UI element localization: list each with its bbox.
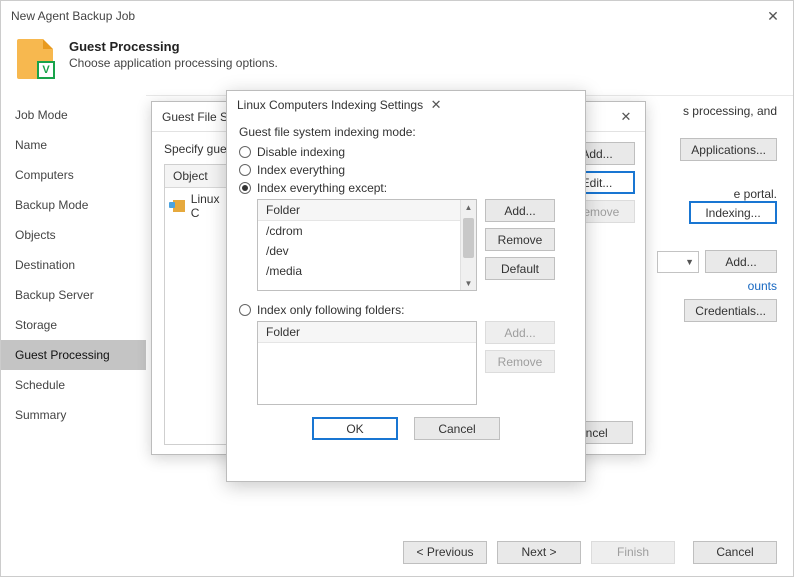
credentials-button[interactable]: Credentials... [684, 299, 777, 322]
indexing-dialog-title: Linux Computers Indexing Settings [237, 98, 423, 112]
window-title: New Agent Backup Job [11, 9, 753, 23]
objects-grid[interactable]: Object Linux C [164, 164, 234, 445]
table-row [165, 334, 233, 356]
ok-button[interactable]: OK [312, 417, 398, 440]
page-title: Guest Processing [69, 39, 278, 54]
table-row [165, 246, 233, 268]
table-row [165, 422, 233, 444]
step-backup-server[interactable]: Backup Server [1, 280, 146, 310]
right-controls: s processing, and Applications... e port… [657, 104, 777, 328]
step-summary[interactable]: Summary [1, 400, 146, 430]
radio-label: Index everything except: [257, 181, 387, 195]
scroll-thumb[interactable] [463, 218, 474, 258]
text-fragment-portal: e portal. [657, 187, 777, 201]
page-subtitle: Choose application processing options. [69, 56, 278, 70]
scrollbar[interactable]: ▲ ▼ [460, 200, 476, 290]
list-header: Folder [258, 322, 476, 343]
radio-index-everything[interactable]: Index everything [239, 163, 573, 177]
close-icon[interactable]: ✕ [423, 92, 449, 118]
only-add-button: Add... [485, 321, 555, 344]
indexing-settings-dialog: Linux Computers Indexing Settings ✕ Gues… [226, 90, 586, 482]
only-remove-button: Remove [485, 350, 555, 373]
previous-button[interactable]: < Previous [403, 541, 487, 564]
add-credentials-button[interactable]: Add... [705, 250, 777, 273]
main-window: New Agent Backup Job ✕ V Guest Processin… [0, 0, 794, 577]
radio-index-only[interactable]: Index only following folders: [239, 303, 573, 317]
finish-button: Finish [591, 541, 675, 564]
scroll-up-icon[interactable]: ▲ [461, 200, 476, 214]
manage-accounts-link[interactable]: ounts [657, 279, 777, 293]
step-objects[interactable]: Objects [1, 220, 146, 250]
list-header: Folder [258, 200, 460, 221]
except-folders-list[interactable]: Folder /cdrom /dev /media ▲ ▼ [257, 199, 477, 291]
indexing-button[interactable]: Indexing... [689, 201, 777, 224]
step-destination[interactable]: Destination [1, 250, 146, 280]
chevron-down-icon: ▼ [685, 257, 694, 267]
applications-button[interactable]: Applications... [680, 138, 777, 161]
wizard-footer: < Previous Next > Finish Cancel [1, 528, 793, 576]
radio-label: Index everything [257, 163, 345, 177]
table-row [165, 378, 233, 400]
wizard-icon: V [17, 39, 59, 81]
indexing-mode-label: Guest file system indexing mode: [239, 125, 573, 139]
step-guest-processing[interactable]: Guest Processing [1, 340, 146, 370]
table-row [165, 400, 233, 422]
wizard-steps: Job Mode Name Computers Backup Mode Obje… [1, 95, 146, 525]
computer-icon [173, 200, 185, 212]
titlebar: New Agent Backup Job ✕ [1, 1, 793, 31]
step-computers[interactable]: Computers [1, 160, 146, 190]
except-add-button[interactable]: Add... [485, 199, 555, 222]
wizard-header: V Guest Processing Choose application pr… [1, 31, 793, 95]
next-button[interactable]: Next > [497, 541, 581, 564]
table-row [165, 312, 233, 334]
close-icon[interactable]: ✕ [753, 1, 793, 31]
table-row [165, 224, 233, 246]
cancel-button[interactable]: Cancel [414, 417, 500, 440]
table-row [165, 356, 233, 378]
step-name[interactable]: Name [1, 130, 146, 160]
table-row[interactable]: Linux C [165, 188, 233, 224]
only-folders-list[interactable]: Folder [257, 321, 477, 405]
close-icon[interactable]: ✕ [613, 104, 639, 130]
list-item[interactable]: /cdrom [258, 221, 460, 241]
table-row [165, 290, 233, 312]
list-item[interactable]: /dev [258, 241, 460, 261]
step-backup-mode[interactable]: Backup Mode [1, 190, 146, 220]
list-item[interactable]: /media [258, 261, 460, 281]
list-item [258, 281, 460, 290]
radio-index-except[interactable]: Index everything except: [239, 181, 573, 195]
step-storage[interactable]: Storage [1, 310, 146, 340]
badge-icon: V [37, 61, 55, 79]
step-job-mode[interactable]: Job Mode [1, 100, 146, 130]
scroll-down-icon[interactable]: ▼ [461, 276, 476, 290]
cancel-button[interactable]: Cancel [693, 541, 777, 564]
except-remove-button[interactable]: Remove [485, 228, 555, 251]
object-name: Linux C [191, 192, 225, 220]
radio-label: Index only following folders: [257, 303, 404, 317]
radio-label: Disable indexing [257, 145, 345, 159]
credentials-dropdown[interactable]: ▼ [657, 251, 699, 273]
grid-header-object: Object [165, 165, 233, 188]
text-fragment-processing: s processing, and [657, 104, 777, 118]
step-schedule[interactable]: Schedule [1, 370, 146, 400]
radio-disable-indexing[interactable]: Disable indexing [239, 145, 573, 159]
except-default-button[interactable]: Default [485, 257, 555, 280]
table-row [165, 268, 233, 290]
